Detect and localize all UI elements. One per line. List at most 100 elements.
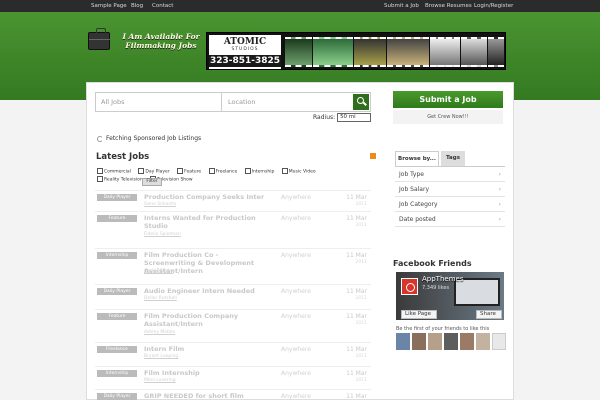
- banner-phone: 323-851-3825: [209, 55, 281, 67]
- job-date: 11 Mar: [346, 370, 367, 377]
- filter-day-player[interactable]: Day Player: [138, 168, 169, 176]
- avatar[interactable]: [428, 333, 442, 350]
- filter-commercial[interactable]: Commercial: [97, 168, 131, 176]
- job-year: 2011: [355, 354, 367, 359]
- job-date: 11 Mar: [346, 288, 367, 295]
- latest-jobs-heading: Latest Jobs: [96, 152, 150, 162]
- job-year: 2011: [355, 296, 367, 301]
- avatar[interactable]: [476, 333, 490, 350]
- browse-job-category[interactable]: Job Category: [395, 197, 505, 212]
- radius-label: Radius:: [313, 114, 336, 121]
- filter-music-video[interactable]: Music Video: [282, 168, 316, 176]
- filter-feature[interactable]: Feature: [177, 168, 201, 176]
- filter-freelance[interactable]: Freelance: [209, 168, 238, 176]
- rss-icon[interactable]: [370, 153, 376, 159]
- job-title[interactable]: Audio Engineer Intern Needed: [144, 287, 268, 295]
- search-button[interactable]: [353, 94, 369, 110]
- tab-tags[interactable]: Tags: [441, 151, 465, 166]
- job-location: Anywhere: [281, 393, 311, 400]
- film-frame-image: [461, 37, 487, 67]
- appthemes-logo-icon: [401, 278, 418, 295]
- film-frame-image: [285, 37, 312, 67]
- like-page-button[interactable]: Like Page: [401, 310, 437, 319]
- browse-job-type[interactable]: Job Type: [395, 167, 505, 182]
- job-year: 2011: [355, 202, 367, 207]
- job-date: 11 Mar: [346, 313, 367, 320]
- job-row[interactable]: Feature Film Production Company Assistan…: [95, 309, 371, 342]
- job-search-form: All Jobs Location: [95, 92, 371, 112]
- briefcase-icon: [88, 28, 111, 50]
- get-crew-link[interactable]: Get Crew Now!!!: [393, 110, 503, 124]
- job-row[interactable]: Feature Interns Wanted for Production St…: [95, 211, 371, 248]
- job-date: 11 Mar: [346, 215, 367, 222]
- job-row[interactable]: Daily Player Production Company Seeks In…: [95, 190, 371, 211]
- job-company[interactable]: Fidelio Spielman: [144, 232, 181, 237]
- job-type-badge: Daily Player: [97, 393, 137, 400]
- nav-browse-resumes[interactable]: Browse Resumes: [425, 2, 472, 10]
- share-button[interactable]: Share: [476, 310, 502, 319]
- film-frame-image: [387, 37, 429, 67]
- site-logo[interactable]: I Am Available For Filmmaking Jobs: [88, 22, 203, 64]
- job-location: Anywhere: [281, 313, 311, 320]
- filter-button[interactable]: Filter: [142, 178, 162, 186]
- avatar[interactable]: [444, 333, 458, 350]
- job-row[interactable]: Internship Film Internship Mimi Lovering…: [95, 366, 371, 389]
- job-date: 11 Mar: [346, 252, 367, 259]
- job-title[interactable]: Intern Film: [144, 345, 268, 353]
- avatar[interactable]: [492, 333, 506, 350]
- job-company[interactable]: Ashley Mobile: [144, 330, 175, 335]
- job-company[interactable]: Dollar Rutshell: [144, 296, 177, 301]
- film-frame-image: [354, 37, 386, 67]
- job-company[interactable]: Gene Srikanta: [144, 202, 176, 207]
- nav-submit-job[interactable]: Submit a Job: [384, 2, 419, 10]
- filter-internship[interactable]: Internship: [245, 168, 275, 176]
- loading-spinner-icon: [97, 135, 103, 142]
- friend-faces: [396, 333, 506, 350]
- browse-job-salary[interactable]: Job Salary: [395, 182, 505, 197]
- avatar[interactable]: [396, 333, 410, 350]
- submit-job-button[interactable]: Submit a Job: [393, 91, 503, 108]
- job-row[interactable]: Freelance Intern Film Bryant Looping Any…: [95, 342, 371, 366]
- browse-tabs: Browse by... Tags: [395, 151, 505, 166]
- job-type-badge: Freelance: [97, 346, 137, 353]
- job-location: Anywhere: [281, 194, 311, 201]
- job-company[interactable]: Carlos Shake: [144, 269, 173, 274]
- nav-blog[interactable]: Blog: [131, 2, 143, 10]
- job-date: 11 Mar: [346, 393, 367, 400]
- job-row[interactable]: Daily Player GRIP NEEDED for short film …: [95, 389, 371, 400]
- avatar[interactable]: [412, 333, 426, 350]
- top-navigation: Sample Page Blog Contact Submit a Job Br…: [0, 0, 600, 12]
- banner-brand-name: ATOMIC: [223, 37, 267, 47]
- location-input[interactable]: Location: [223, 93, 351, 111]
- logo-text: I Am Available For Filmmaking Jobs: [122, 32, 200, 50]
- job-date: 11 Mar: [346, 194, 367, 201]
- job-title[interactable]: Film Internship: [144, 369, 268, 377]
- tab-browse-by[interactable]: Browse by...: [395, 151, 439, 166]
- nav-login-register[interactable]: Login/Register: [474, 2, 513, 10]
- facebook-page-widget[interactable]: AppThemes 7,349 likes Like Page Share: [396, 272, 504, 320]
- browse-date-posted[interactable]: Date posted: [395, 212, 505, 227]
- facebook-heading: Facebook Friends: [393, 259, 472, 268]
- film-frame-image: [430, 37, 460, 67]
- sponsored-status: Fetching Sponsored Job Listings: [97, 135, 201, 142]
- banner-brand: ATOMIC STUDIOS 323-851-3825: [209, 35, 281, 69]
- job-title[interactable]: Film Production Company Assistant/Intern: [144, 312, 268, 328]
- job-title[interactable]: Interns Wanted for Production Studio: [144, 214, 268, 230]
- job-location: Anywhere: [281, 346, 311, 353]
- job-location: Anywhere: [281, 288, 311, 295]
- radius-select[interactable]: 50 mi: [337, 113, 372, 122]
- filter-reality-television[interactable]: Reality Television: [97, 176, 143, 184]
- facebook-page-name[interactable]: AppThemes: [422, 275, 463, 283]
- nav-contact[interactable]: Contact: [152, 2, 173, 10]
- nav-sample-page[interactable]: Sample Page: [91, 2, 127, 10]
- sponsor-banner[interactable]: ATOMIC STUDIOS 323-851-3825: [206, 32, 506, 70]
- job-year: 2011: [355, 260, 367, 265]
- job-row[interactable]: Internship Film Production Co - Screenwr…: [95, 248, 371, 284]
- job-title[interactable]: GRIP NEEDED for short film: [144, 392, 268, 400]
- job-company[interactable]: Bryant Looping: [144, 354, 178, 359]
- job-row[interactable]: Daily Player Audio Engineer Intern Neede…: [95, 284, 371, 309]
- job-title[interactable]: Production Company Seeks Inter: [144, 193, 268, 201]
- job-company[interactable]: Mimi Lovering: [144, 378, 176, 383]
- avatar[interactable]: [460, 333, 474, 350]
- keywords-input[interactable]: All Jobs: [96, 93, 222, 111]
